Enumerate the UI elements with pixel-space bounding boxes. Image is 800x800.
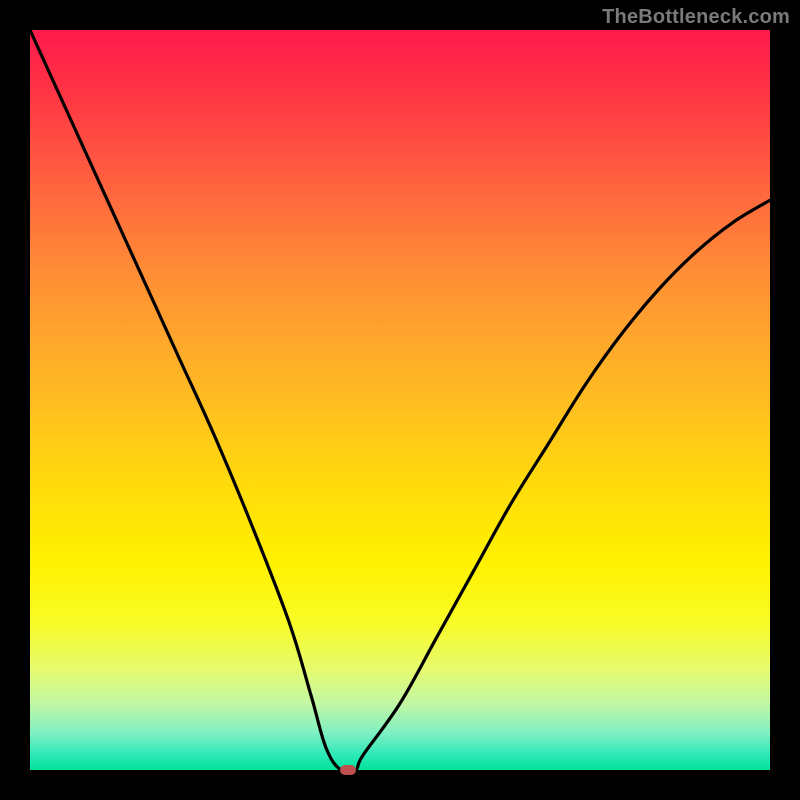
optimal-point-marker [340, 765, 356, 775]
bottleneck-curve [30, 30, 770, 770]
watermark-text: TheBottleneck.com [602, 6, 790, 29]
plot-area [30, 30, 770, 770]
chart-frame: TheBottleneck.com [0, 0, 800, 800]
